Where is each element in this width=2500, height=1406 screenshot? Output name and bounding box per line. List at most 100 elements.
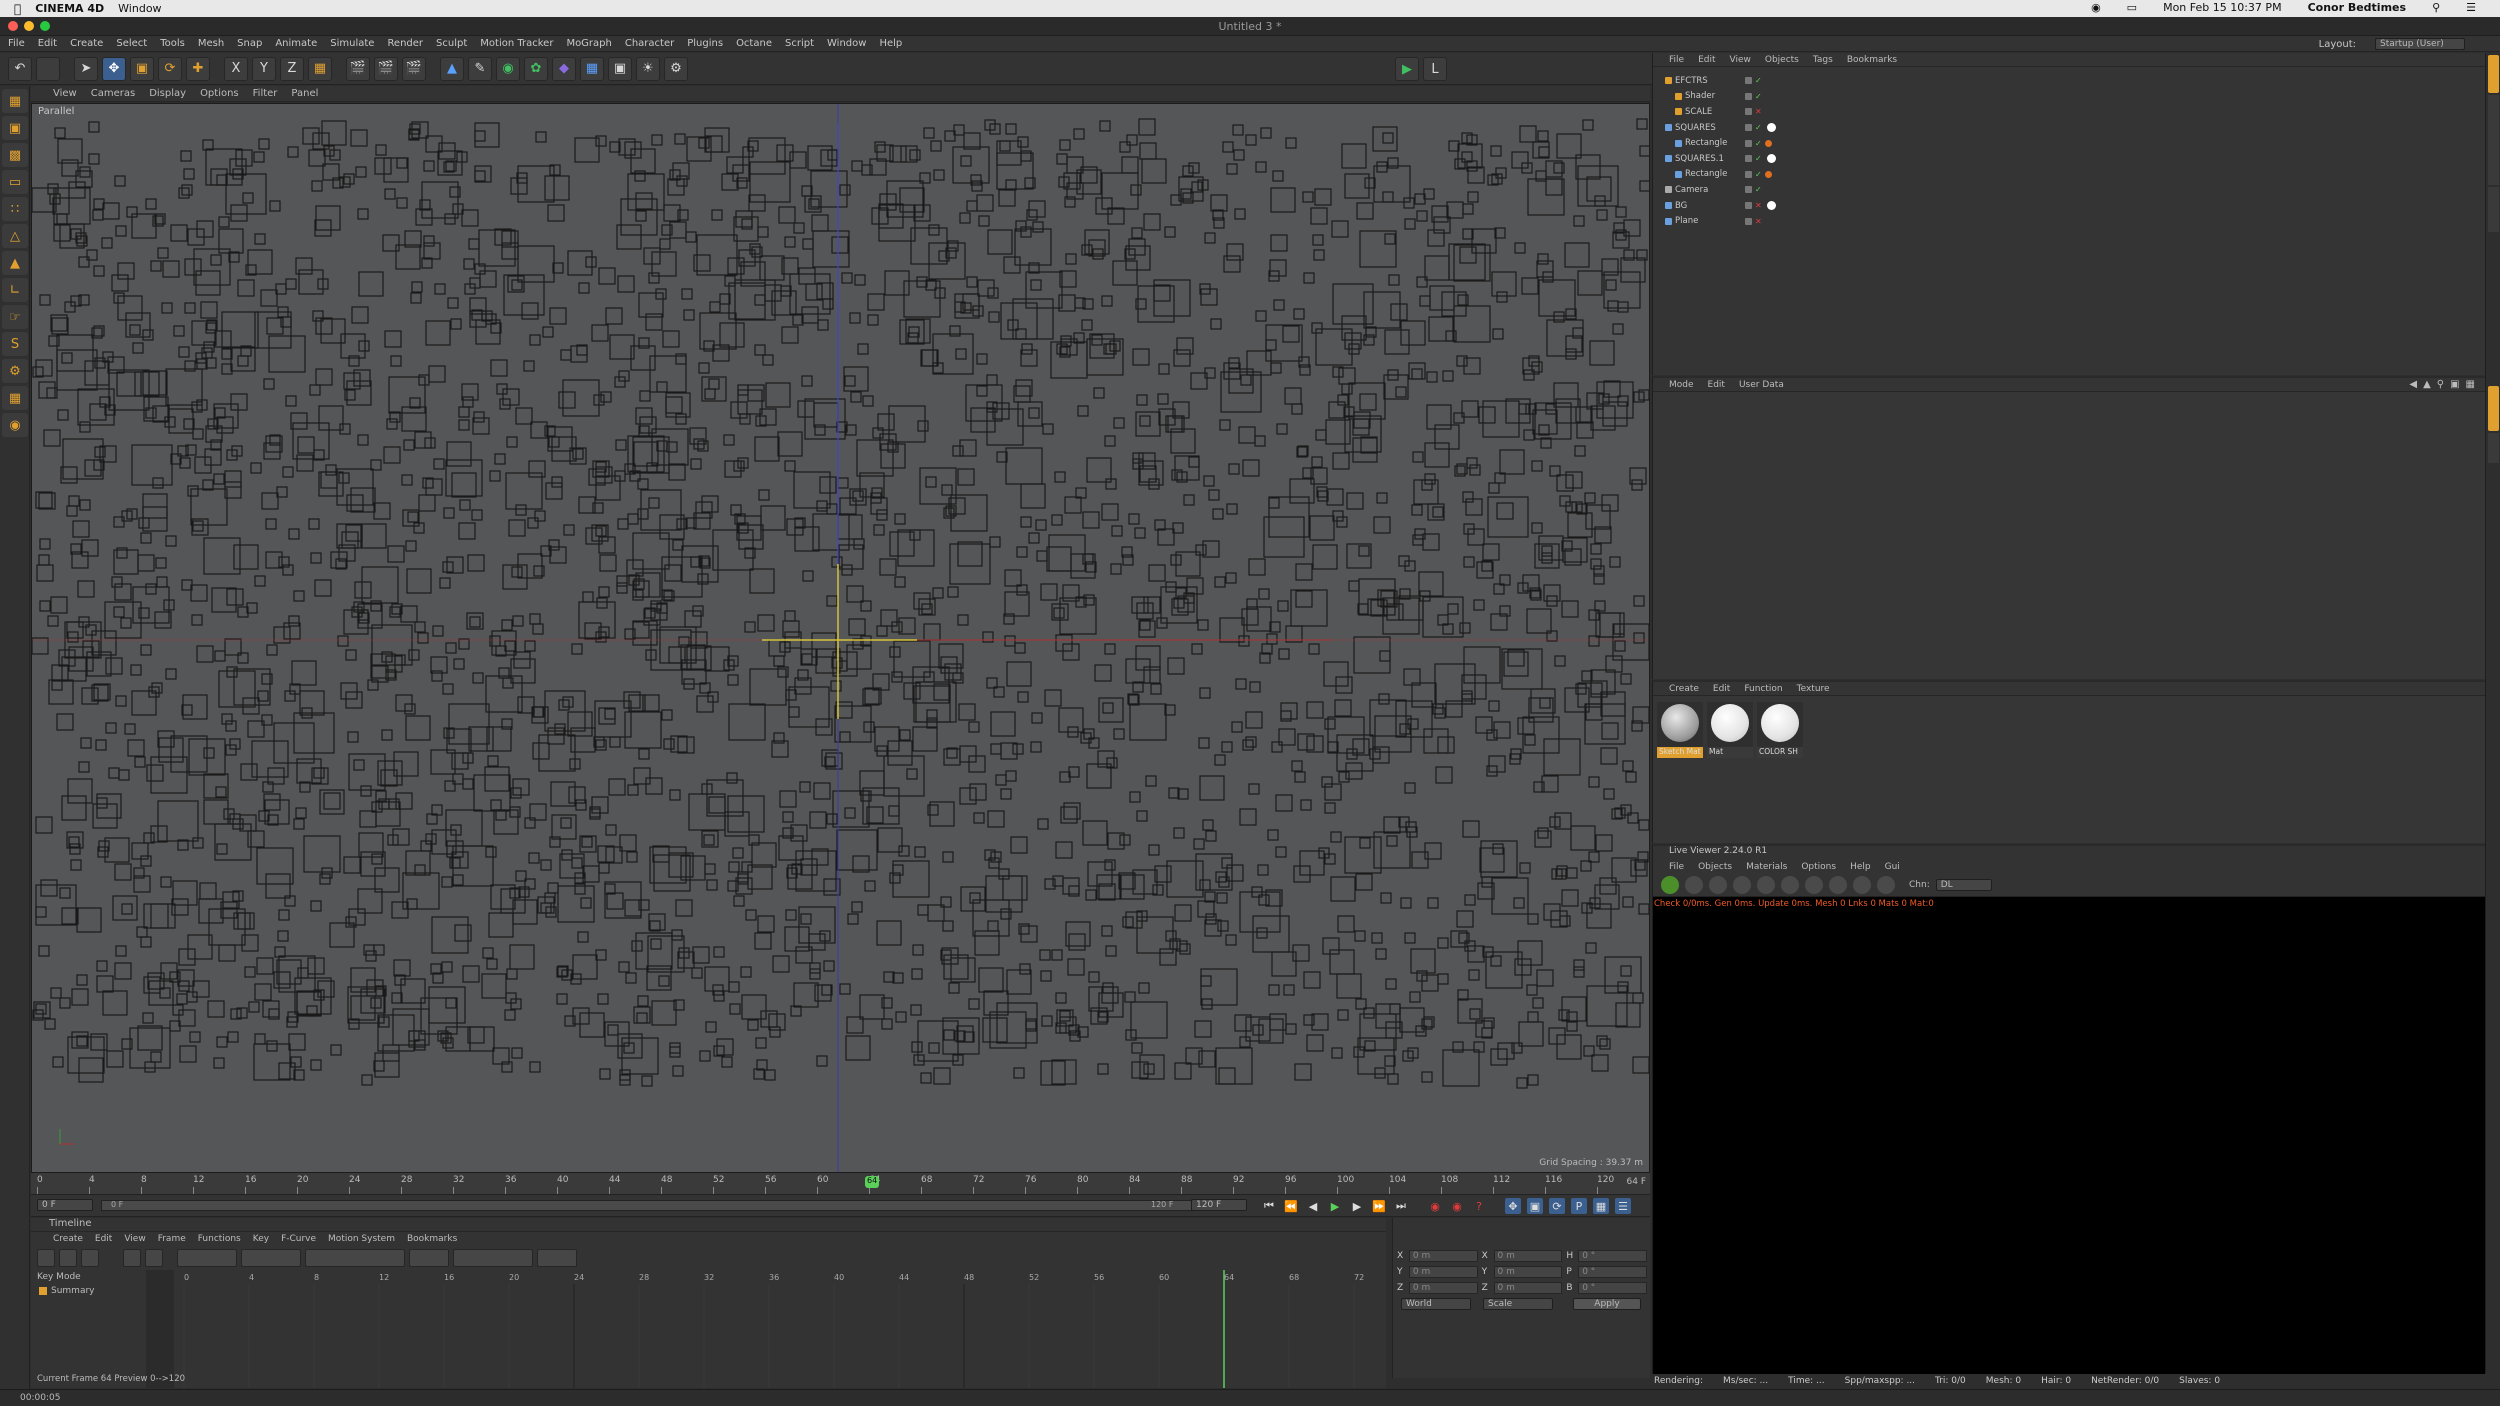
menu-create[interactable]: Create (70, 38, 103, 49)
goto-end-icon[interactable]: ⏭ (1393, 1198, 1409, 1214)
snap-icon[interactable]: S (2, 332, 28, 356)
tl-bake-icon[interactable] (537, 1249, 577, 1267)
object-row[interactable]: BG ✕ (1659, 198, 1859, 214)
am-menu-user-data[interactable]: User Data (1739, 380, 1784, 390)
tl-magnet-icon[interactable] (123, 1249, 141, 1267)
apply-button[interactable]: Apply (1573, 1298, 1641, 1310)
attributes-tab[interactable] (2488, 386, 2499, 431)
menu-sculpt[interactable]: Sculpt (436, 38, 467, 49)
undo-icon[interactable]: ↶ (8, 56, 32, 81)
material-tag-icon[interactable] (1766, 201, 1776, 211)
am-menu-edit[interactable]: Edit (1708, 380, 1725, 390)
tl-break-icon[interactable] (409, 1249, 449, 1267)
mm-menu-create[interactable]: Create (1669, 684, 1699, 694)
render-settings-icon[interactable] (1757, 875, 1775, 894)
material-swatch[interactable]: Mat (1707, 702, 1753, 758)
channel-select[interactable]: DL (1935, 878, 1992, 891)
lv-menu-gui[interactable]: Gui (1885, 862, 1900, 872)
mm-menu-function[interactable]: Function (1744, 684, 1782, 694)
object-row[interactable]: EFCTRS ✓ (1659, 73, 1859, 89)
tl-motion-mode-icon[interactable] (81, 1249, 99, 1267)
viewport-menu-cameras[interactable]: Cameras (91, 88, 135, 99)
object-row[interactable]: Plane ✕ (1659, 213, 1859, 229)
enable-check-icon[interactable]: ✓ (1755, 170, 1762, 179)
object-row[interactable]: SQUARES ✓ (1659, 120, 1859, 136)
render-picture-viewer-icon[interactable]: 🎬 (374, 56, 398, 81)
timeline-tracks[interactable]: Key Mode Summary 0 4 8 12 16 20 24 28 32 36 40 44 48… (31, 1270, 1386, 1388)
lv-menu-options[interactable]: Options (1801, 862, 1836, 872)
visibility-toggle[interactable] (1745, 217, 1752, 225)
sketch-tag-icon[interactable] (1764, 170, 1772, 178)
polygons-mode-icon[interactable]: ▲ (2, 251, 28, 275)
menu-snap[interactable]: Snap (237, 38, 262, 49)
material-swatch[interactable]: COLOR SH (1757, 702, 1803, 758)
menu-animate[interactable]: Animate (275, 38, 317, 49)
coord-field[interactable]: 0 m (1408, 1282, 1478, 1294)
tl-link-icon[interactable] (145, 1249, 163, 1267)
deformer-icon[interactable]: ◆ (552, 56, 576, 81)
enable-check-icon[interactable]: ✕ (1755, 107, 1762, 116)
edges-mode-icon[interactable]: △ (2, 224, 28, 248)
right-tab-strip[interactable] (2485, 53, 2500, 1373)
timeline-menu-frame[interactable]: Frame (158, 1234, 186, 1244)
redo-icon[interactable] (36, 56, 60, 81)
object-name[interactable]: BG (1675, 201, 1687, 211)
object-name[interactable]: Camera (1675, 185, 1708, 195)
cloner-icon[interactable]: ✿ (524, 56, 548, 81)
object-name[interactable]: EFCTRS (1675, 76, 1708, 86)
octane-icon[interactable]: ▶ (1395, 57, 1419, 81)
new-window-icon[interactable]: ▦ (2466, 379, 2475, 390)
mac-window-menu[interactable]: Window (118, 2, 161, 15)
viewport-menu-filter[interactable]: Filter (253, 88, 278, 99)
menu-script[interactable]: Script (785, 38, 814, 49)
mac-app-name[interactable]: CINEMA 4D (35, 2, 104, 15)
tl-curve-icon[interactable] (305, 1249, 405, 1267)
summary-row[interactable]: Summary (39, 1286, 95, 1296)
visibility-toggle[interactable] (1745, 139, 1752, 147)
material-tag-icon[interactable] (1766, 154, 1776, 164)
render-settings-icon[interactable]: 🎬 (402, 56, 426, 81)
region-render-icon[interactable] (1829, 875, 1847, 894)
menu-list-icon[interactable]: ☰ (2466, 1, 2476, 14)
enable-check-icon[interactable]: ✓ (1755, 123, 1762, 132)
subdivision-icon[interactable]: ◉ (496, 56, 520, 81)
coord-field[interactable]: 0 ° (1578, 1282, 1648, 1294)
lv-menu-help[interactable]: Help (1850, 862, 1871, 872)
timeline-ruler[interactable]: 0 4 8 12 16 20 24 28 32 36 40 44 48 52 56 60 64 68 72 (176, 1270, 1386, 1388)
lock-icon[interactable]: ▣ (2450, 379, 2459, 390)
model-mode-icon[interactable]: ▣ (2, 116, 28, 140)
render-view-icon[interactable]: 🎬 (346, 56, 370, 81)
menu-window[interactable]: Window (827, 38, 866, 49)
render-pause-icon[interactable] (1709, 875, 1727, 894)
search-icon[interactable]: ⚲ (2432, 1, 2440, 14)
position-key-icon[interactable]: ✥ (1505, 1198, 1521, 1214)
wifi-icon[interactable]: ◉ (2091, 1, 2101, 14)
coord-field[interactable]: 0 m (1408, 1266, 1478, 1278)
axis-mode-icon[interactable]: ∟ (2, 278, 28, 302)
record-icon[interactable]: ◉ (1427, 1198, 1443, 1214)
camera-icon[interactable]: ▣ (608, 56, 632, 81)
tl-add-key-icon[interactable] (177, 1249, 237, 1267)
lv-menu-objects[interactable]: Objects (1698, 862, 1732, 872)
tl-interp-icon[interactable] (241, 1249, 301, 1267)
rotation-key-icon[interactable]: ⟳ (1549, 1198, 1565, 1214)
material-swatch[interactable]: Sketch Mat (1657, 702, 1703, 758)
prev-frame-icon[interactable]: ◀ (1305, 1198, 1321, 1214)
enable-check-icon[interactable]: ✓ (1755, 185, 1762, 194)
layers-tab[interactable] (2488, 433, 2499, 463)
menu-motion-tracker[interactable]: Motion Tracker (480, 38, 553, 49)
pick-focus-icon[interactable] (1853, 875, 1871, 894)
menu-edit[interactable]: Edit (38, 38, 57, 49)
visibility-toggle[interactable] (1745, 186, 1752, 194)
coord-field[interactable]: 0 m (1493, 1266, 1563, 1278)
param-key-icon[interactable]: P (1571, 1198, 1587, 1214)
start-frame-field[interactable]: 0 F (37, 1199, 93, 1211)
apple-icon[interactable]:  (14, 2, 21, 16)
om-menu-view[interactable]: View (1730, 55, 1751, 65)
floor-icon[interactable]: ▦ (580, 56, 604, 81)
goto-start-icon[interactable]: ⏮ (1261, 1198, 1277, 1214)
viewport-canvas[interactable] (32, 104, 1650, 1173)
tl-tangent-icon[interactable] (453, 1249, 533, 1267)
menu-file[interactable]: File (8, 38, 25, 49)
live-selection-icon[interactable]: ➤ (74, 56, 98, 81)
